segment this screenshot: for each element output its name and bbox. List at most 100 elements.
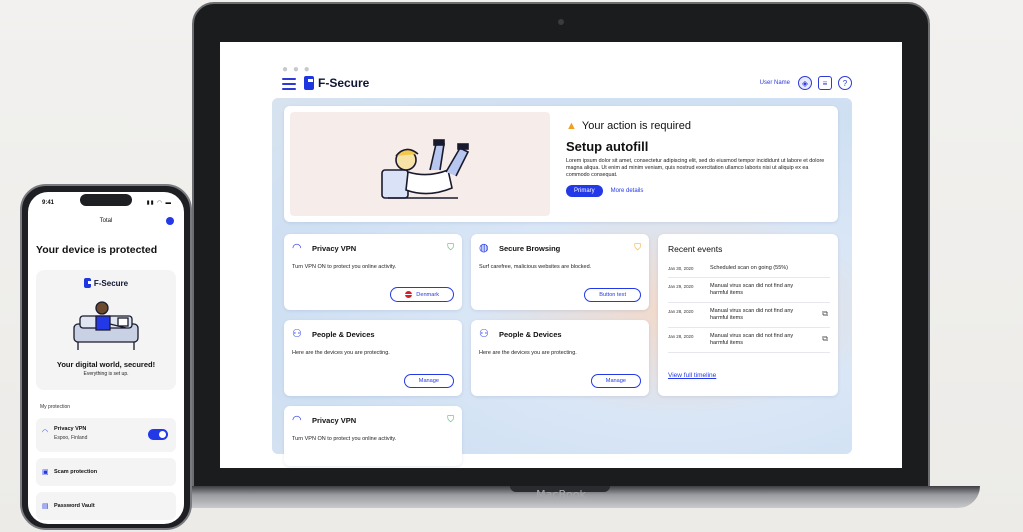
person-with-tablet-illustration bbox=[381, 139, 470, 199]
people-icon: ⚇ bbox=[292, 328, 302, 340]
event-text: Manual virus scan did not find any harmf… bbox=[710, 333, 794, 346]
laptop-screen: ● ● ● F-Secure User Name ◈ ≡ ? ▲ Your ac… bbox=[220, 42, 902, 468]
people-icon: ⚇ bbox=[479, 328, 489, 340]
feature-header: ⚇ People & Devices bbox=[479, 328, 562, 340]
feature-card-privacy-vpn: ◠ Privacy VPN ⛉ Turn VPN ON to protect y… bbox=[284, 234, 462, 310]
vpn-row[interactable]: ◠ Privacy VPN Espoo, Finland bbox=[36, 418, 176, 452]
event-row: Jan 29, 2020 Manual virus scan did not f… bbox=[668, 278, 830, 303]
hero-subtitle: Everything is set up. bbox=[83, 371, 129, 377]
external-link-icon[interactable]: ⧉ bbox=[822, 309, 828, 319]
feature-card-secure-browsing: ◍ Secure Browsing ⛉ Surf carefree, malic… bbox=[471, 234, 649, 310]
event-row: Jan 28, 2020 Manual virus scan did not f… bbox=[668, 303, 830, 328]
country-button[interactable]: Denmark bbox=[390, 287, 454, 302]
menu-icon[interactable] bbox=[282, 78, 296, 90]
hero-title: Your digital world, secured! bbox=[56, 360, 156, 369]
status-time: 9:41 bbox=[42, 200, 55, 206]
action-required-card: ▲ Your action is required Setup autofill… bbox=[284, 106, 838, 222]
scam-protection-row[interactable]: ▣ Scam protection bbox=[36, 458, 176, 486]
action-warning-text: Your action is required bbox=[581, 120, 691, 132]
action-buttons: Primary More details bbox=[566, 185, 828, 197]
more-details-link[interactable]: More details bbox=[611, 188, 644, 194]
feature-card-people-devices: ⚇ People & Devices Here are the devices … bbox=[284, 320, 462, 396]
phone-screen: 9:41 ▮▮ ◠ ▬ Total Your device is protect… bbox=[28, 192, 184, 524]
feature-description: Here are the devices you are protecting. bbox=[292, 350, 390, 356]
external-link-icon[interactable]: ⧉ bbox=[822, 334, 828, 344]
feature-title: Secure Browsing bbox=[499, 243, 561, 253]
macbook-label: MacBook bbox=[536, 488, 586, 501]
shield-icon[interactable]: ◈ bbox=[798, 76, 812, 90]
protection-status-heading: Your device is protected bbox=[36, 244, 158, 256]
globe-icon: ◍ bbox=[479, 242, 489, 254]
event-text: Scheduled scan on going (55%) bbox=[710, 265, 788, 271]
illustration bbox=[290, 112, 550, 216]
feature-header: ⚇ People & Devices bbox=[292, 328, 375, 340]
scam-protection-icon: ▣ bbox=[42, 469, 49, 476]
feature-header: ◠ Privacy VPN bbox=[292, 414, 356, 426]
phone-title: Total bbox=[99, 218, 113, 224]
manage-button[interactable]: Manage bbox=[590, 374, 641, 388]
vpn-toggle[interactable] bbox=[148, 429, 168, 440]
warning-icon: ▲ bbox=[566, 120, 577, 132]
brand-logo: F-Secure bbox=[36, 278, 176, 288]
event-text: Manual virus scan did not find any harmf… bbox=[710, 308, 794, 321]
action-body: ▲ Your action is required Setup autofill… bbox=[566, 120, 828, 197]
event-date: Jan 29, 2020 bbox=[668, 284, 694, 289]
feature-title: Privacy VPN bbox=[312, 243, 357, 253]
brand-name: F-Secure bbox=[318, 76, 370, 90]
status-icons: ▮▮ ◠ ▬ bbox=[146, 200, 172, 206]
shield-check-icon: ⛉ bbox=[447, 242, 454, 252]
action-title: Setup autofill bbox=[566, 139, 649, 154]
event-row: Jan 30, 2020 Scheduled scan on going (55… bbox=[668, 260, 830, 278]
webcam bbox=[558, 19, 564, 25]
wifi-icon: ◠ bbox=[42, 429, 49, 436]
window-dots: ● ● ● bbox=[282, 64, 311, 75]
country-label: Denmark bbox=[416, 291, 439, 298]
shield-warning-icon: ⛉ bbox=[634, 242, 641, 252]
user-name[interactable]: User Name bbox=[760, 80, 790, 86]
feature-description: Here are the devices you are protecting. bbox=[479, 350, 577, 356]
avatar-icon[interactable] bbox=[166, 217, 174, 225]
secure-browsing-button[interactable]: Button text bbox=[584, 288, 641, 302]
brand-name: F-Secure bbox=[93, 278, 129, 288]
person-on-couch-illustration bbox=[73, 301, 139, 350]
view-full-timeline-link[interactable]: View full timeline bbox=[668, 372, 716, 379]
wifi-icon: ◠ bbox=[292, 414, 302, 426]
events-list: Jan 30, 2020 Scheduled scan on going (55… bbox=[668, 260, 830, 353]
password-vault-row[interactable]: ▤ Password Vault bbox=[36, 492, 176, 520]
password-vault-label: Password Vault bbox=[54, 503, 95, 509]
f-secure-logo-icon bbox=[83, 278, 93, 288]
feature-description: Surf carefree, malicious websites are bl… bbox=[479, 264, 592, 270]
vault-icon: ▤ bbox=[42, 503, 49, 510]
phone-notch bbox=[80, 194, 132, 206]
scam-protection-label: Scam protection bbox=[54, 469, 98, 475]
topbar-actions: User Name ◈ ≡ ? bbox=[760, 76, 852, 90]
feature-title: People & Devices bbox=[312, 329, 375, 339]
feature-description: Turn VPN ON to protect you online activi… bbox=[292, 436, 397, 442]
denmark-flag-icon bbox=[405, 291, 413, 298]
recent-events-card: Recent events Jan 30, 2020 Scheduled sca… bbox=[658, 234, 838, 396]
my-protection-label: My protection bbox=[40, 404, 71, 410]
feature-description: Turn VPN ON to protect you online activi… bbox=[292, 264, 397, 270]
action-description: Lorem ipsum dolor sit amet, consectetur … bbox=[566, 158, 825, 178]
event-row: Jan 28, 2020 Manual virus scan did not f… bbox=[668, 328, 830, 353]
event-date: Jan 28, 2020 bbox=[668, 309, 694, 314]
primary-button[interactable]: Primary bbox=[566, 185, 603, 197]
shield-check-icon: ⛉ bbox=[447, 414, 454, 424]
feature-header: ◍ Secure Browsing bbox=[479, 242, 560, 254]
wifi-icon: ◠ bbox=[292, 242, 302, 254]
inbox-icon[interactable]: ≡ bbox=[818, 76, 832, 90]
top-bar: F-Secure User Name ◈ ≡ ? bbox=[282, 76, 852, 98]
feature-header: ◠ Privacy VPN bbox=[292, 242, 356, 254]
feature-card-privacy-vpn-2: ◠ Privacy VPN ⛉ Turn VPN ON to protect y… bbox=[284, 406, 462, 466]
event-date: Jan 30, 2020 bbox=[668, 266, 694, 271]
feature-card-people-devices-2: ⚇ People & Devices Here are the devices … bbox=[471, 320, 649, 396]
feature-title: People & Devices bbox=[499, 329, 562, 339]
manage-button[interactable]: Manage bbox=[403, 374, 454, 388]
action-warning: ▲ Your action is required bbox=[566, 120, 828, 132]
phone: 9:41 ▮▮ ◠ ▬ Total Your device is protect… bbox=[20, 184, 192, 530]
f-secure-logo-icon bbox=[304, 76, 314, 90]
vpn-label: Privacy VPN bbox=[54, 426, 87, 432]
recent-events-title: Recent events bbox=[668, 244, 723, 254]
help-icon[interactable]: ? bbox=[838, 76, 852, 90]
brand-logo: F-Secure bbox=[304, 76, 369, 90]
